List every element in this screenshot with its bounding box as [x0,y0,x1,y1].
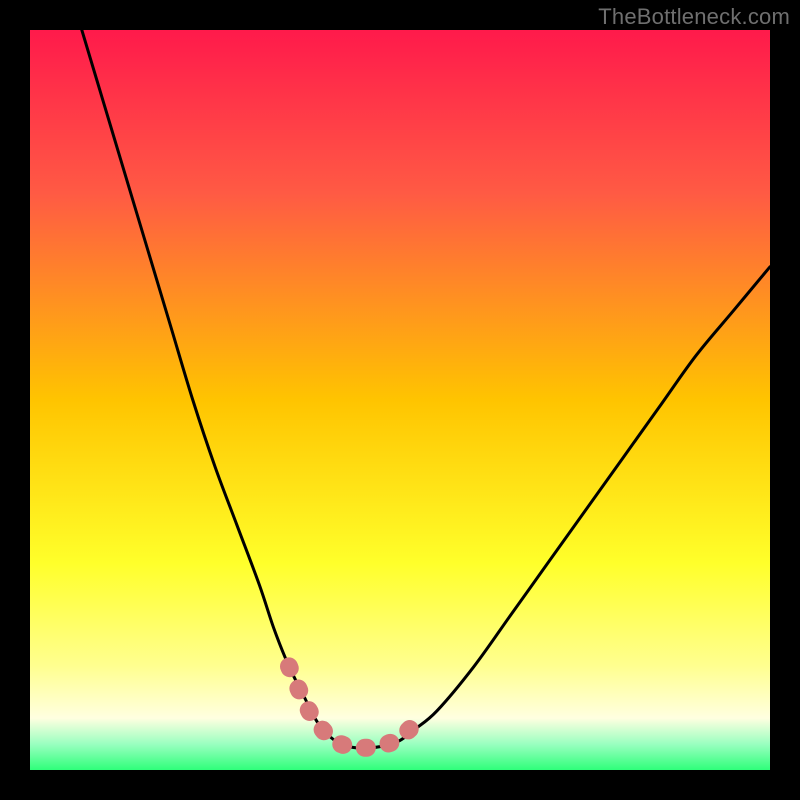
plot-area [30,30,770,770]
chart-frame: TheBottleneck.com [0,0,800,800]
curve-layer [30,30,770,770]
optimal-zone-marker [289,666,415,747]
watermark-text: TheBottleneck.com [598,4,790,30]
bottleneck-curve [82,30,770,748]
